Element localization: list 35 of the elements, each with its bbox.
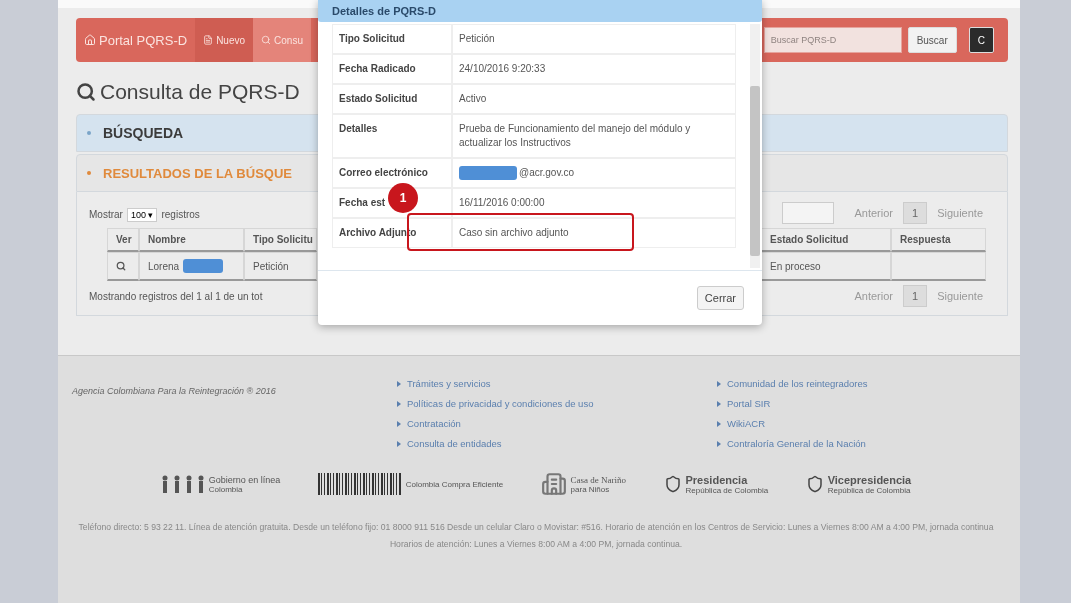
logo-subtitle: República de Colombia xyxy=(685,485,769,495)
logo-subtitle: para Niños xyxy=(570,484,611,494)
logo-subtitle: Colombia xyxy=(208,484,244,494)
table-cell: Lorena xyxy=(148,260,180,272)
field-value: Caso sin archivo adjunto xyxy=(459,226,569,240)
step-badge: 1 xyxy=(388,183,418,213)
logo-text: Presidencia xyxy=(685,473,749,486)
logo-subtitle: República de Colombia xyxy=(827,485,911,495)
dialog-title: Detalles de PQRS-D xyxy=(332,5,436,17)
field-label: Tipo Solicitud xyxy=(339,33,405,44)
logo-subtitle: Colombia Compra Eficiente xyxy=(405,479,504,489)
table-cell: En proceso xyxy=(770,260,821,272)
summary-text: Mostrando registros del 1 al 1 de un tot xyxy=(89,290,263,302)
logo-text: Vicepresidencia xyxy=(827,473,912,486)
field-label: Fecha Radicado xyxy=(339,63,416,74)
field-value: Prueba de Funcionamiento del manejo del módulo y actualizar los Instructivos xyxy=(459,122,692,150)
field-label: Correo electrónico xyxy=(339,167,428,178)
table-cell: Petición xyxy=(253,260,289,272)
panel-title: BÚSQUEDA xyxy=(103,125,184,141)
show-label: registros xyxy=(161,209,200,220)
logo-text: Casa de Nariño xyxy=(570,474,627,485)
copyright-text: Agencia Colombiana Para la Reintegración ® 2016 xyxy=(72,386,277,398)
field-label: Estado Solicitud xyxy=(339,93,418,104)
field-value: 16/11/2016 0:00:00 xyxy=(459,196,545,210)
contact-text: Teléfono directo: 5 93 22 11. Línea de atención gratuita. Desde un teléfono fijo: 01 8000 911 516 Desde un celular Claro o Movistar: #516. Horario de atención en los Centros de Servicio: Lunes a Viernes 8:00 AM a 4:00 PM, jornada continua Horarios de atención: Lunes a Viernes 8:00 AM a 4:00 PM, jornada continua. xyxy=(77,521,995,551)
field-value: Petición xyxy=(459,32,495,46)
page-title: Consulta de PQRS-D xyxy=(100,80,300,104)
field-value: 24/10/2016 9:20:33 xyxy=(459,62,546,76)
show-label: Mostrar xyxy=(89,209,123,220)
panel-title: RESULTADOS DE LA BÚSQUE xyxy=(103,165,292,181)
logo-text: Gobierno en línea xyxy=(208,474,281,485)
field-value: Activo xyxy=(459,92,487,106)
field-label: Detalles xyxy=(339,123,378,134)
field-value: @acr.gov.co xyxy=(519,166,574,180)
field-label: Fecha est xyxy=(339,197,386,208)
